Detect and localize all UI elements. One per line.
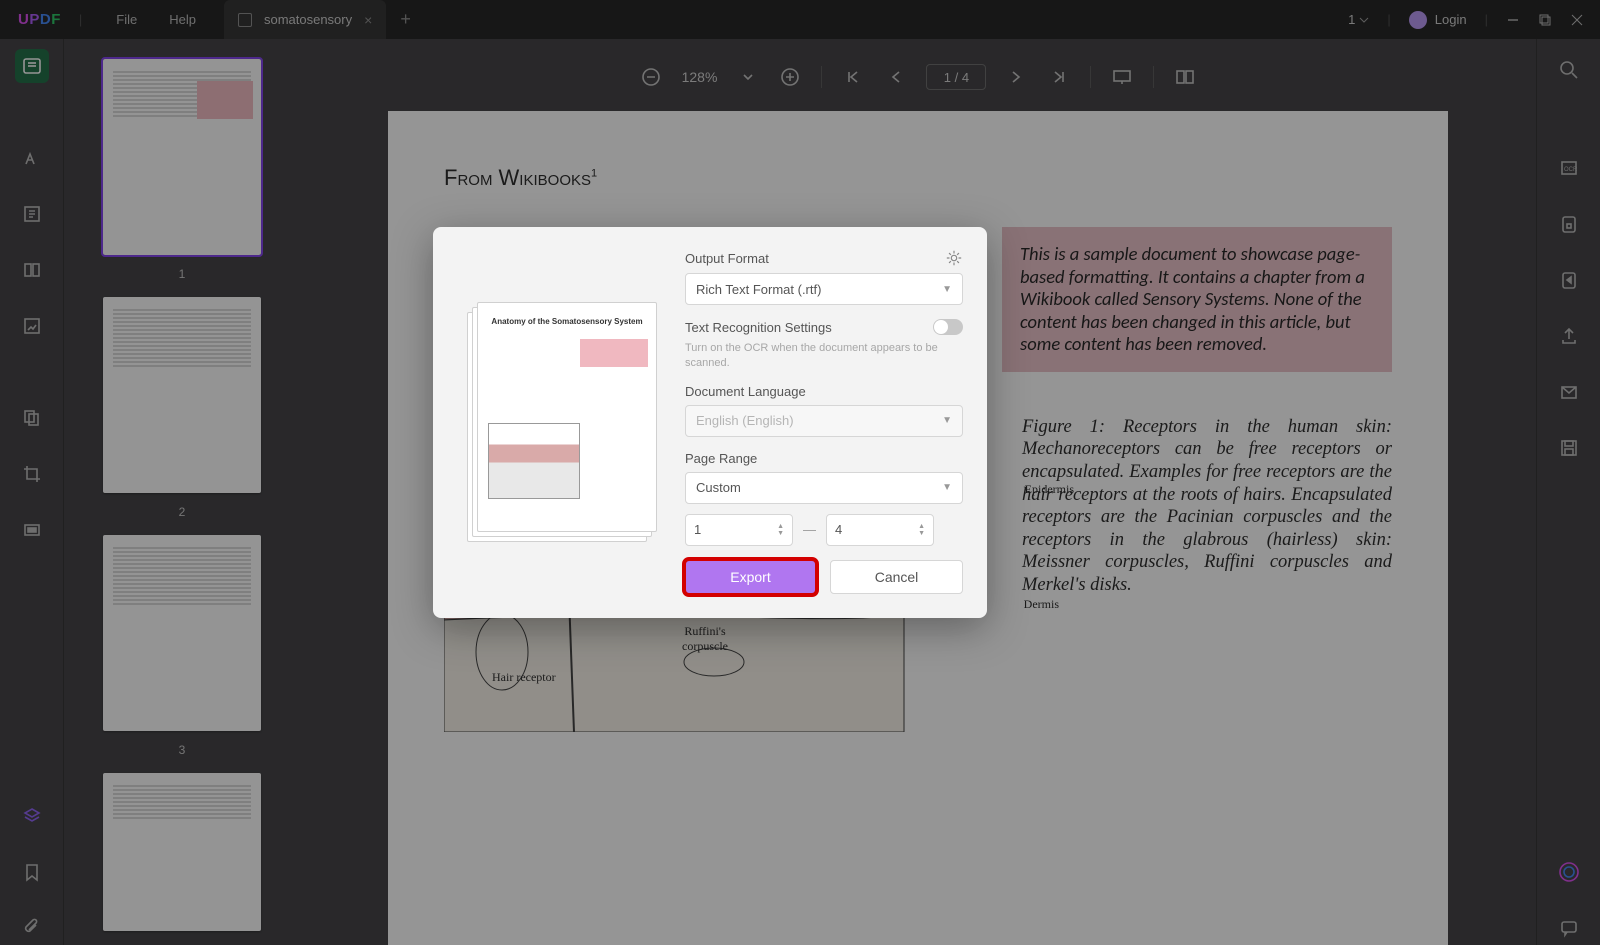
cancel-button[interactable]: Cancel xyxy=(830,560,963,594)
range-dash: — xyxy=(803,522,816,537)
language-select: English (English)▼ xyxy=(685,405,963,437)
chevron-down-icon: ▼ xyxy=(942,482,952,493)
page-range-select[interactable]: Custom▼ xyxy=(685,472,963,504)
stepper-arrows[interactable]: ▲▼ xyxy=(777,523,784,537)
output-format-label: Output Format xyxy=(685,251,769,266)
export-button[interactable]: Export xyxy=(685,560,816,594)
chevron-down-icon: ▼ xyxy=(942,284,952,295)
export-dialog: Anatomy of the Somatosensory System Outp… xyxy=(433,227,987,618)
page-range-label: Page Range xyxy=(685,451,757,466)
output-format-select[interactable]: Rich Text Format (.rtf)▼ xyxy=(685,273,963,305)
ocr-helper-text: Turn on the OCR when the document appear… xyxy=(685,341,963,370)
range-to-input[interactable]: 4▲▼ xyxy=(826,514,934,546)
settings-icon[interactable] xyxy=(945,249,963,267)
range-from-input[interactable]: 1▲▼ xyxy=(685,514,793,546)
dialog-preview: Anatomy of the Somatosensory System xyxy=(457,249,667,594)
chevron-down-icon: ▼ xyxy=(942,415,952,426)
language-label: Document Language xyxy=(685,384,806,399)
stepper-arrows[interactable]: ▲▼ xyxy=(918,523,925,537)
modal-overlay: Anatomy of the Somatosensory System Outp… xyxy=(0,0,1600,945)
ocr-label: Text Recognition Settings xyxy=(685,320,832,335)
ocr-toggle[interactable] xyxy=(933,319,963,335)
